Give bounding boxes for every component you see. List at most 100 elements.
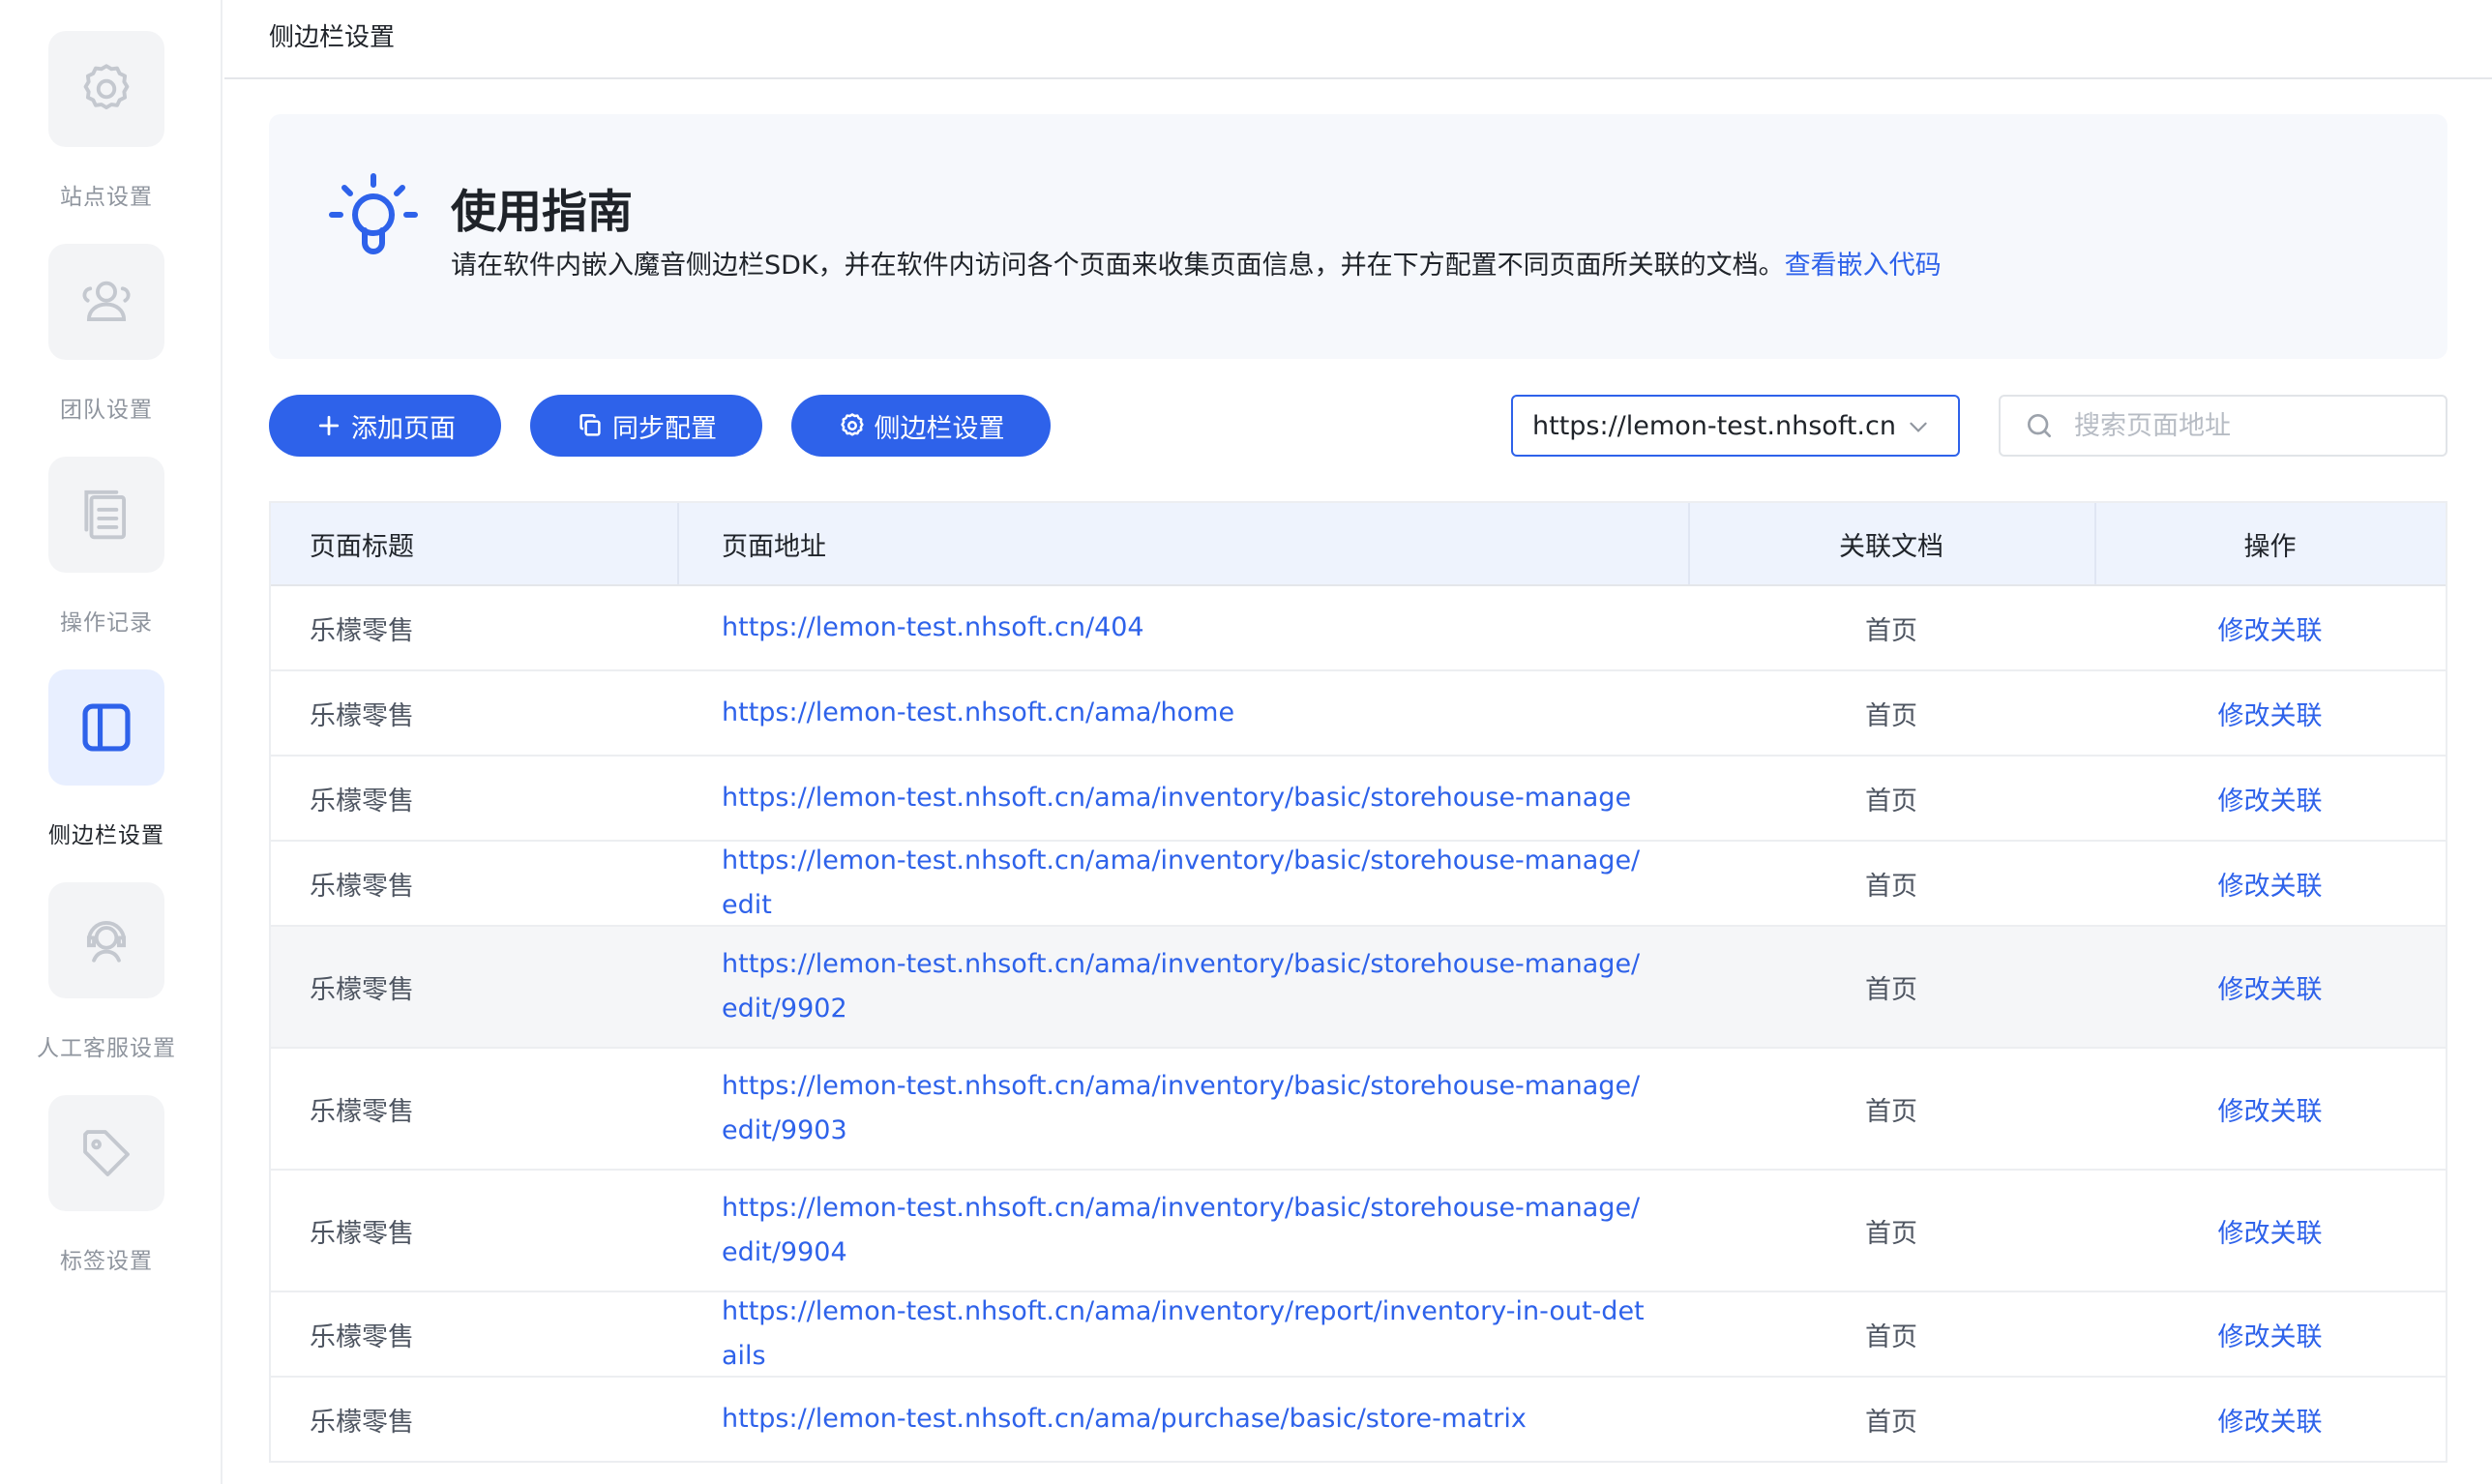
table-row: 乐檬零售 https://lemon-test.nhsoft.cn/ama/in… bbox=[271, 927, 2446, 1049]
edit-link-button[interactable]: 修改关联 bbox=[2094, 1292, 2446, 1376]
guide-description: 请在软件内嵌入魔音侧边栏SDK，并在软件内访问各个页面来收集页面信息，并在下方配… bbox=[451, 244, 1942, 282]
table-row: 乐檬零售 https://lemon-test.nhsoft.cn/ama/in… bbox=[271, 1292, 2446, 1378]
guide-description-text: 请在软件内嵌入魔音侧边栏SDK，并在软件内访问各个页面来收集页面信息，并在下方配… bbox=[451, 251, 1785, 281]
cell-linked-doc: 首页 bbox=[1865, 1321, 1917, 1352]
cell-url-link[interactable]: https://lemon-test.nhsoft.cn/ama/invento… bbox=[677, 927, 1688, 1047]
nav-label: 标签设置 bbox=[60, 1249, 153, 1274]
page-title: 侧边栏设置 bbox=[269, 23, 396, 52]
sidebar-item-team-settings[interactable]: 团队设置 bbox=[0, 244, 213, 424]
nav-tile bbox=[48, 457, 164, 573]
edit-link-button[interactable]: 修改关联 bbox=[2094, 927, 2446, 1047]
copy-icon bbox=[579, 414, 601, 436]
search-input[interactable] bbox=[2072, 409, 2420, 442]
table-row: 乐檬零售 https://lemon-test.nhsoft.cn/ama/in… bbox=[271, 842, 2446, 927]
cell-url-link[interactable]: https://lemon-test.nhsoft.cn/ama/home bbox=[677, 671, 1688, 755]
cell-linked-doc: 首页 bbox=[1865, 871, 1917, 902]
nav-tile bbox=[48, 669, 164, 786]
add-page-label: 添加页面 bbox=[351, 413, 456, 444]
url-text: https://lemon-test.nhsoft.cn/ama/home bbox=[722, 697, 1235, 727]
url-text: https://lemon-test.nhsoft.cn/ama/invento… bbox=[722, 949, 1641, 1024]
cell-url-link[interactable]: https://lemon-test.nhsoft.cn/ama/purchas… bbox=[677, 1378, 1688, 1461]
nav-label: 团队设置 bbox=[60, 398, 153, 423]
cell-linked-doc: 首页 bbox=[1865, 974, 1917, 1005]
document-icon bbox=[84, 490, 127, 540]
top-bar: 侧边栏设置 bbox=[224, 0, 2492, 79]
edit-link-button[interactable]: 修改关联 bbox=[2094, 1171, 2446, 1291]
edit-link-button[interactable]: 修改关联 bbox=[2094, 1049, 2446, 1169]
cell-url-link[interactable]: https://lemon-test.nhsoft.cn/ama/invento… bbox=[677, 1049, 1688, 1169]
chevron-down-icon bbox=[1910, 422, 1927, 432]
cell-title: 乐檬零售 bbox=[310, 1218, 414, 1249]
gear-icon bbox=[840, 413, 864, 436]
url-text: https://lemon-test.nhsoft.cn/ama/purchas… bbox=[722, 1404, 1527, 1434]
header-page-url: 页面地址 bbox=[677, 503, 1688, 584]
nav-tile bbox=[48, 244, 164, 360]
add-page-button[interactable]: 添加页面 bbox=[269, 395, 501, 457]
header-page-title: 页面标题 bbox=[310, 531, 414, 562]
sidebar-settings-button[interactable]: 侧边栏设置 bbox=[791, 395, 1051, 457]
sidebar-icon bbox=[82, 703, 131, 752]
view-embed-code-link[interactable]: 查看嵌入代码 bbox=[1785, 251, 1942, 281]
sidebar-settings-label: 侧边栏设置 bbox=[874, 413, 1005, 444]
url-text: https://lemon-test.nhsoft.cn/ama/invento… bbox=[722, 783, 1632, 813]
table-row: 乐檬零售 https://lemon-test.nhsoft.cn/ama/pu… bbox=[271, 1378, 2446, 1463]
nav-label: 人工客服设置 bbox=[37, 1036, 176, 1061]
sync-config-button[interactable]: 同步配置 bbox=[530, 395, 762, 457]
team-icon bbox=[82, 281, 131, 322]
sync-config-label: 同步配置 bbox=[612, 413, 717, 444]
gear-icon bbox=[83, 64, 130, 110]
cell-url-link[interactable]: https://lemon-test.nhsoft.cn/ama/invento… bbox=[677, 842, 1688, 925]
cell-url-link[interactable]: https://lemon-test.nhsoft.cn/ama/invento… bbox=[677, 1292, 1688, 1376]
search-icon bbox=[2028, 414, 2051, 437]
url-text: https://lemon-test.nhsoft.cn/404 bbox=[722, 612, 1144, 642]
site-select-value: https://lemon-test.nhsoft.cn bbox=[1532, 410, 1896, 441]
cell-url-link[interactable]: https://lemon-test.nhsoft.cn/404 bbox=[677, 586, 1688, 669]
edit-link-button[interactable]: 修改关联 bbox=[2094, 1378, 2446, 1461]
headset-icon bbox=[86, 921, 127, 963]
search-box bbox=[1999, 395, 2448, 457]
cell-title: 乐檬零售 bbox=[310, 871, 414, 902]
lightbulb-icon bbox=[329, 173, 418, 254]
nav-label: 操作记录 bbox=[60, 610, 153, 636]
cell-url-link[interactable]: https://lemon-test.nhsoft.cn/ama/invento… bbox=[677, 1171, 1688, 1291]
url-text: https://lemon-test.nhsoft.cn/ama/invento… bbox=[722, 1296, 1645, 1371]
edit-link-button[interactable]: 修改关联 bbox=[2094, 586, 2446, 669]
url-text: https://lemon-test.nhsoft.cn/ama/invento… bbox=[722, 1193, 1641, 1267]
sidebar-item-site-settings[interactable]: 站点设置 bbox=[0, 31, 213, 211]
cell-linked-doc: 首页 bbox=[1865, 700, 1917, 731]
header-linked-doc: 关联文档 bbox=[1688, 503, 2094, 584]
cell-title: 乐檬零售 bbox=[310, 786, 414, 816]
cell-title: 乐檬零售 bbox=[310, 1407, 414, 1438]
site-select[interactable]: https://lemon-test.nhsoft.cn bbox=[1511, 395, 1960, 457]
cell-title: 乐檬零售 bbox=[310, 1096, 414, 1127]
table-row: 乐檬零售 https://lemon-test.nhsoft.cn/ama/in… bbox=[271, 1049, 2446, 1171]
table-row: 乐檬零售 https://lemon-test.nhsoft.cn/404 首页… bbox=[271, 586, 2446, 671]
pages-table: 页面标题 页面地址 关联文档 操作 乐檬零售 https://lemon-tes… bbox=[269, 501, 2448, 1463]
table-row: 乐檬零售 https://lemon-test.nhsoft.cn/ama/in… bbox=[271, 1171, 2446, 1292]
edit-link-button[interactable]: 修改关联 bbox=[2094, 671, 2446, 755]
cell-linked-doc: 首页 bbox=[1865, 1218, 1917, 1249]
url-text: https://lemon-test.nhsoft.cn/ama/invento… bbox=[722, 1071, 1641, 1145]
edit-link-button[interactable]: 修改关联 bbox=[2094, 757, 2446, 840]
plus-icon bbox=[318, 415, 340, 436]
usage-guide: 使用指南 请在软件内嵌入魔音侧边栏SDK，并在软件内访问各个页面来收集页面信息，… bbox=[269, 114, 2448, 359]
sidebar-item-operation-log[interactable]: 操作记录 bbox=[0, 457, 213, 637]
nav-tile bbox=[48, 882, 164, 998]
cell-title: 乐檬零售 bbox=[310, 974, 414, 1005]
tag-icon bbox=[83, 1130, 130, 1176]
cell-linked-doc: 首页 bbox=[1865, 615, 1917, 646]
table-row: 乐檬零售 https://lemon-test.nhsoft.cn/ama/ho… bbox=[271, 671, 2446, 757]
cell-url-link[interactable]: https://lemon-test.nhsoft.cn/ama/invento… bbox=[677, 757, 1688, 840]
table-row: 乐檬零售 https://lemon-test.nhsoft.cn/ama/in… bbox=[271, 757, 2446, 842]
sidebar-item-tag-settings[interactable]: 标签设置 bbox=[0, 1095, 213, 1275]
cell-linked-doc: 首页 bbox=[1865, 1096, 1917, 1127]
nav-label: 侧边栏设置 bbox=[48, 823, 164, 848]
nav-tile bbox=[48, 31, 164, 147]
guide-title: 使用指南 bbox=[451, 186, 633, 239]
sidebar-item-customer-service[interactable]: 人工客服设置 bbox=[0, 882, 213, 1062]
sidebar-item-sidebar-settings[interactable]: 侧边栏设置 bbox=[0, 669, 213, 849]
cell-title: 乐檬零售 bbox=[310, 615, 414, 646]
cell-linked-doc: 首页 bbox=[1865, 1407, 1917, 1438]
header-actions: 操作 bbox=[2094, 503, 2446, 584]
edit-link-button[interactable]: 修改关联 bbox=[2094, 842, 2446, 925]
